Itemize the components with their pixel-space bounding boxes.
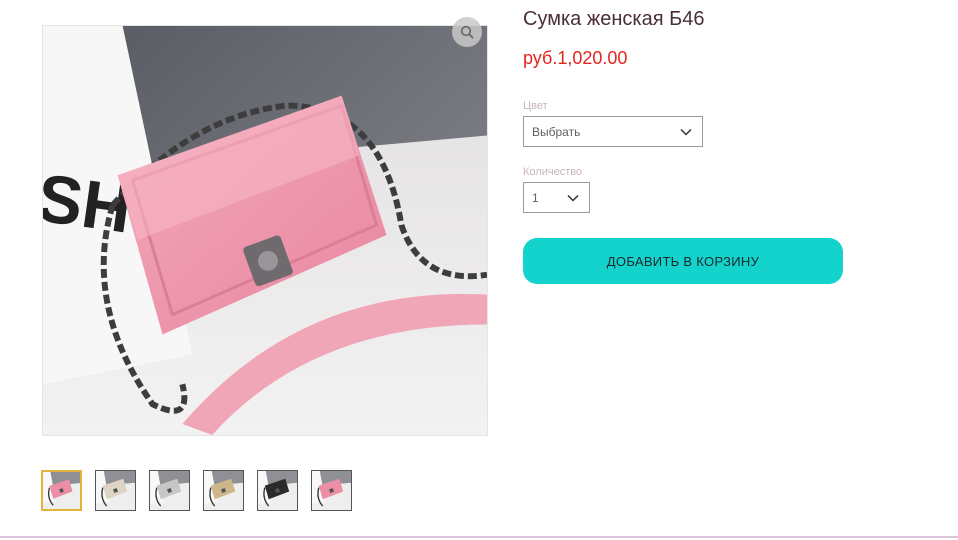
color-label: Цвет — [523, 100, 548, 112]
product-main-image[interactable]: SH — [42, 25, 488, 436]
color-select-value: Выбрать — [532, 124, 581, 139]
thumbnail-4[interactable] — [203, 470, 244, 511]
product-price: руб.1,020.00 — [523, 48, 628, 68]
thumbnail-2[interactable] — [95, 470, 136, 511]
magnifier-icon — [460, 25, 474, 39]
thumbnail-3[interactable] — [149, 470, 190, 511]
thumbnail-1[interactable] — [41, 470, 82, 511]
thumbnail-image — [96, 471, 135, 510]
thumbnail-image — [312, 471, 351, 510]
quantity-label: Количество — [523, 166, 583, 178]
thumbnail-6[interactable] — [311, 470, 352, 511]
handbag-photo: SH — [43, 26, 487, 435]
color-select[interactable]: Выбрать — [523, 116, 703, 147]
svg-text:SH: SH — [43, 160, 136, 247]
zoom-button[interactable] — [452, 17, 482, 47]
add-to-cart-button[interactable]: ДОБАВИТЬ В КОРЗИНУ — [523, 238, 843, 284]
thumbnail-image — [150, 471, 189, 510]
chevron-down-icon — [680, 128, 692, 136]
quantity-select[interactable]: 1 — [523, 182, 590, 213]
bottom-divider — [0, 536, 958, 538]
thumbnail-strip — [41, 470, 352, 511]
product-title: Сумка женская Б46 — [523, 8, 705, 30]
thumbnail-image — [43, 472, 80, 509]
thumbnail-5[interactable] — [257, 470, 298, 511]
quantity-select-value: 1 — [532, 190, 539, 205]
thumbnail-image — [204, 471, 243, 510]
chevron-down-icon — [567, 194, 579, 202]
thumbnail-image — [258, 471, 297, 510]
